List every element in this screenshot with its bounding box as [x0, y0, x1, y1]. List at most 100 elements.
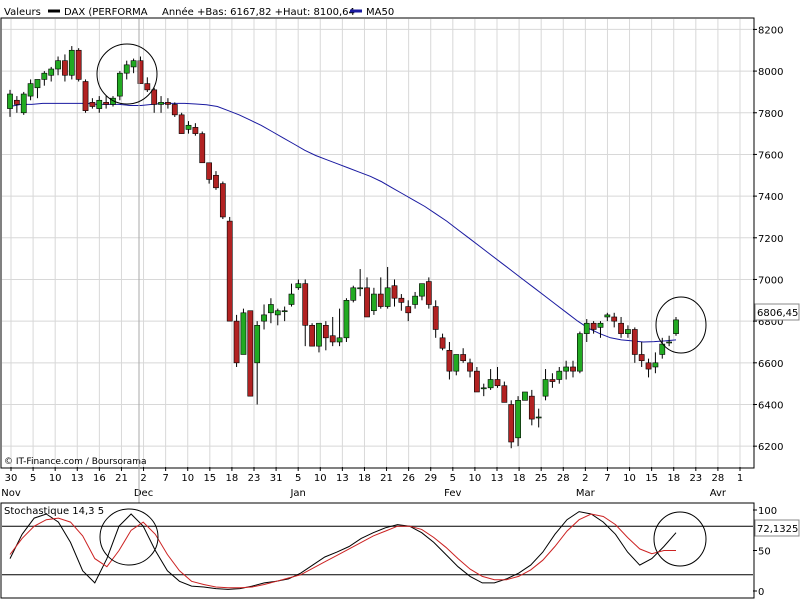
candle-body	[439, 337, 446, 349]
candle	[343, 298, 350, 342]
x-tick-label: 1	[737, 473, 743, 484]
candle	[226, 216, 233, 322]
candle-body	[535, 416, 542, 419]
legend-dax: DAX (PERFORMA	[64, 7, 148, 18]
candle-body	[357, 287, 364, 290]
candle-body	[96, 99, 103, 109]
x-tick-label: 10	[469, 473, 482, 484]
candle-body	[158, 102, 164, 105]
candle-body	[89, 102, 96, 107]
x-tick-label: 5	[30, 473, 36, 484]
candle-body	[645, 362, 652, 370]
candle-body	[522, 391, 528, 401]
stoch-label: Stochastique 14,3 5	[4, 506, 104, 517]
candle	[68, 46, 75, 80]
x-tick-label: 2	[140, 473, 146, 484]
x-tick-label: 15	[645, 473, 658, 484]
candle-body	[446, 350, 453, 372]
candle	[673, 316, 679, 336]
candle	[75, 48, 82, 82]
candle	[233, 314, 240, 367]
candle-body	[618, 322, 624, 334]
candle-body	[625, 329, 631, 334]
y-tick-label: 7200	[758, 234, 783, 245]
y-tick-label: 7000	[758, 275, 783, 286]
x-tick-label: 23	[689, 473, 702, 484]
x-tick-label: 18	[667, 473, 680, 484]
last-price-tag: 6806,45	[757, 308, 798, 319]
y-tick-label: 6600	[758, 359, 783, 370]
candle	[199, 131, 206, 164]
x-month-label: Dec	[134, 488, 153, 499]
candle-body	[206, 162, 212, 180]
x-tick-label: 10	[623, 473, 636, 484]
candle-body	[425, 281, 432, 305]
candle-body	[295, 283, 302, 289]
candle-body	[254, 325, 261, 364]
x-tick-label: 28	[712, 473, 725, 484]
x-tick-label: 18	[513, 473, 526, 484]
x-tick-label: 2	[582, 473, 588, 484]
x-tick-label: 16	[93, 473, 106, 484]
candle	[171, 102, 178, 117]
x-axis: 30 5 10 13 16 21 2 7 10 15 18 23 31 5 10 13 18 21 26 29 5 10 1…	[1, 467, 743, 499]
candle-body	[27, 83, 34, 97]
candle-body	[281, 310, 288, 313]
candle-body	[542, 379, 549, 397]
candle-body	[7, 93, 13, 109]
x-month-label: Avr	[710, 488, 727, 499]
candle-body	[144, 83, 151, 91]
candle-body	[480, 387, 487, 390]
x-tick-label: 30	[5, 473, 18, 484]
candle-body	[570, 366, 576, 372]
candle-body	[364, 287, 370, 318]
candle-body	[62, 60, 68, 76]
candle-body	[82, 81, 89, 111]
candle	[577, 331, 583, 374]
candle	[309, 323, 315, 347]
candle-body	[55, 60, 61, 70]
y-tick-label: 7400	[758, 192, 783, 203]
candle-body	[213, 174, 219, 189]
candle-body	[316, 322, 322, 347]
candle-body	[419, 283, 425, 297]
y-tick-label: 7800	[758, 109, 783, 120]
candle-body	[48, 68, 55, 76]
x-tick-label: 10	[181, 473, 194, 484]
candle-body	[460, 354, 467, 362]
candle-body	[288, 293, 295, 305]
candle-body	[412, 295, 418, 305]
candle-body	[240, 312, 247, 355]
candle-body	[13, 99, 20, 105]
candle-body	[233, 320, 240, 364]
candle-body	[432, 306, 439, 330]
candle-body	[556, 370, 563, 380]
candle-body	[590, 322, 597, 330]
candle	[116, 71, 123, 101]
y-tick-label: 6200	[758, 442, 783, 453]
candle-body	[549, 379, 556, 382]
candle-body	[494, 379, 501, 387]
candle-body	[268, 304, 274, 314]
candle-body	[151, 89, 158, 105]
candle-body	[583, 322, 590, 334]
legend-annee: Année +Bas: 6167,82 +Haut: 8100,64	[162, 6, 355, 18]
x-tick-label: 18	[358, 473, 371, 484]
candle	[82, 79, 89, 113]
x-tick-label: 21	[115, 473, 128, 484]
main-chart-frame	[0, 17, 755, 469]
candle-body	[652, 362, 659, 368]
x-month-label: Nov	[1, 488, 21, 499]
candle-body	[371, 293, 377, 312]
candle-body	[350, 287, 357, 301]
y-tick-label: 8200	[758, 25, 783, 36]
x-month-label: Mar	[576, 488, 596, 499]
candle-body	[666, 341, 673, 344]
stoch-y-tick-label: 100	[758, 506, 777, 517]
x-month-label: Jan	[289, 488, 305, 499]
main-y-axis: 6200640066006800700072007400760078008000…	[753, 25, 783, 453]
candle	[425, 277, 432, 309]
candle	[522, 391, 528, 401]
candle-body	[528, 395, 535, 420]
candle-body	[329, 335, 336, 343]
